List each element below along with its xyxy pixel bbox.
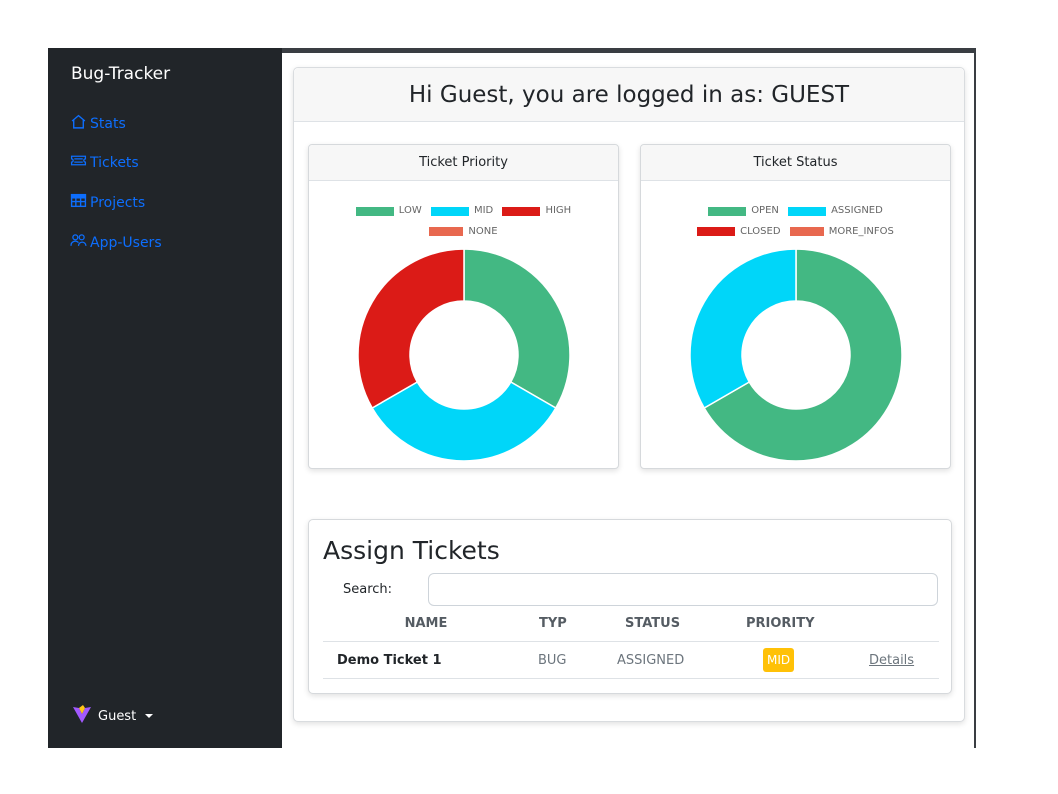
user-menu[interactable]: Guest — [72, 704, 154, 728]
column-header-status[interactable]: STATUS — [625, 616, 680, 631]
user-name: Guest — [98, 708, 137, 724]
ticket-name: Demo Ticket 1 — [337, 653, 442, 668]
sidebar-item-stats[interactable]: Stats — [70, 113, 126, 134]
status-donut-chart — [689, 248, 903, 462]
column-header-typ[interactable]: TYP — [539, 616, 567, 631]
sidebar-item-label: Stats — [90, 115, 126, 132]
status-chart-card: Ticket Status OPEN ASSIGNED CLOSED MORE_… — [640, 144, 951, 469]
details-link[interactable]: Details — [869, 653, 914, 668]
row-divider — [323, 641, 939, 642]
assign-tickets-card: Assign Tickets Search: NAME TYP STATUS P… — [308, 519, 952, 694]
app-window: Bug-Tracker Stats Tickets Projects App-U… — [48, 48, 976, 748]
sidebar-item-label: Tickets — [90, 154, 139, 171]
ticket-icon — [70, 152, 87, 173]
sidebar: Bug-Tracker Stats Tickets Projects App-U… — [48, 48, 282, 748]
ticket-status: ASSIGNED — [617, 653, 685, 668]
donut-slice-assigned[interactable] — [689, 248, 797, 410]
sidebar-item-tickets[interactable]: Tickets — [70, 152, 139, 173]
vite-logo-icon — [72, 704, 92, 728]
main-card: Hi Guest, you are logged in as: GUEST Ti… — [293, 67, 965, 722]
house-icon — [70, 113, 87, 134]
ticket-typ: BUG — [538, 653, 567, 668]
page-title: Hi Guest, you are logged in as: GUEST — [408, 81, 850, 108]
caret-down-icon — [145, 714, 154, 718]
sidebar-item-projects[interactable]: Projects — [70, 192, 145, 213]
sidebar-item-label: App-Users — [90, 234, 162, 251]
row-divider — [323, 678, 939, 679]
priority-chart-card: Ticket Priority LOW MID HIGH NONE — [308, 144, 619, 469]
column-header-name[interactable]: NAME — [386, 616, 466, 631]
search-input[interactable] — [428, 573, 938, 606]
right-border — [974, 48, 976, 748]
table-icon — [70, 192, 87, 213]
main-header: Hi Guest, you are logged in as: GUEST — [294, 68, 964, 122]
donut-slice-mid[interactable] — [371, 380, 557, 462]
sidebar-item-app-users[interactable]: App-Users — [70, 232, 162, 253]
search-label: Search: — [343, 582, 393, 597]
sidebar-item-label: Projects — [90, 194, 146, 211]
donut-slice-low[interactable] — [463, 248, 571, 410]
column-header-priority[interactable]: PRIORITY — [746, 616, 815, 631]
donut-slice-high[interactable] — [357, 248, 465, 410]
brand-title[interactable]: Bug-Tracker — [71, 64, 170, 84]
priority-donut-chart — [357, 248, 571, 462]
priority-badge: MID — [763, 648, 795, 672]
section-title: Assign Tickets — [323, 536, 500, 565]
people-icon — [70, 232, 87, 253]
